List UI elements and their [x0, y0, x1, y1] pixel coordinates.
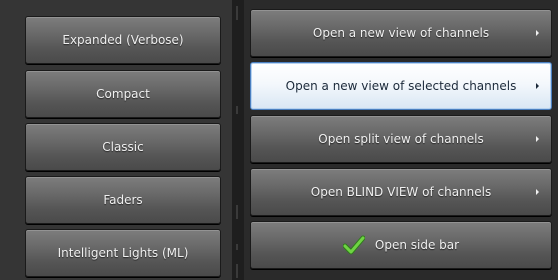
open-new-view-button[interactable]: Open a new view of channels [250, 9, 552, 57]
divider-mark [236, 264, 238, 278]
view-mode-column: Expanded (Verbose) Compact Classic Fader… [0, 0, 232, 280]
open-split-view-label: Open split view of channels [318, 132, 484, 146]
open-new-view-selected-label: Open a new view of selected channels [285, 79, 517, 93]
view-mode-faders-button[interactable]: Faders [25, 176, 221, 224]
submenu-arrow-icon [536, 136, 539, 142]
divider-mark [236, 205, 238, 219]
open-side-bar-button[interactable]: Open side bar [250, 221, 552, 269]
open-side-bar-content: Open side bar [342, 235, 460, 255]
view-mode-classic-button[interactable]: Classic [25, 123, 221, 171]
open-new-view-label: Open a new view of channels [312, 26, 490, 40]
open-blind-view-label: Open BLIND VIEW of channels [310, 185, 492, 199]
submenu-arrow-icon [536, 189, 539, 195]
view-mode-faders-label: Faders [103, 193, 143, 207]
open-side-bar-label: Open side bar [374, 238, 460, 252]
view-mode-intelligent-lights-label: Intelligent Lights (ML) [57, 246, 189, 260]
view-mode-intelligent-lights-button[interactable]: Intelligent Lights (ML) [25, 229, 221, 277]
open-split-view-button[interactable]: Open split view of channels [250, 115, 552, 163]
column-divider [232, 0, 244, 280]
divider-mark [236, 6, 238, 20]
view-mode-expanded-label: Expanded (Verbose) [62, 33, 184, 47]
open-blind-view-button[interactable]: Open BLIND VIEW of channels [250, 168, 552, 216]
checkmark-icon [342, 235, 365, 255]
submenu-arrow-icon [536, 30, 539, 36]
divider-mark [236, 106, 238, 114]
divider-mark [236, 244, 238, 250]
view-mode-compact-label: Compact [96, 87, 150, 101]
view-mode-expanded-button[interactable]: Expanded (Verbose) [25, 16, 221, 64]
open-new-view-selected-button[interactable]: Open a new view of selected channels [250, 62, 552, 110]
submenu-arrow-icon [536, 83, 539, 89]
view-mode-classic-label: Classic [102, 140, 144, 154]
view-mode-compact-button[interactable]: Compact [25, 70, 221, 118]
view-options-panel: Expanded (Verbose) Compact Classic Fader… [0, 0, 558, 280]
